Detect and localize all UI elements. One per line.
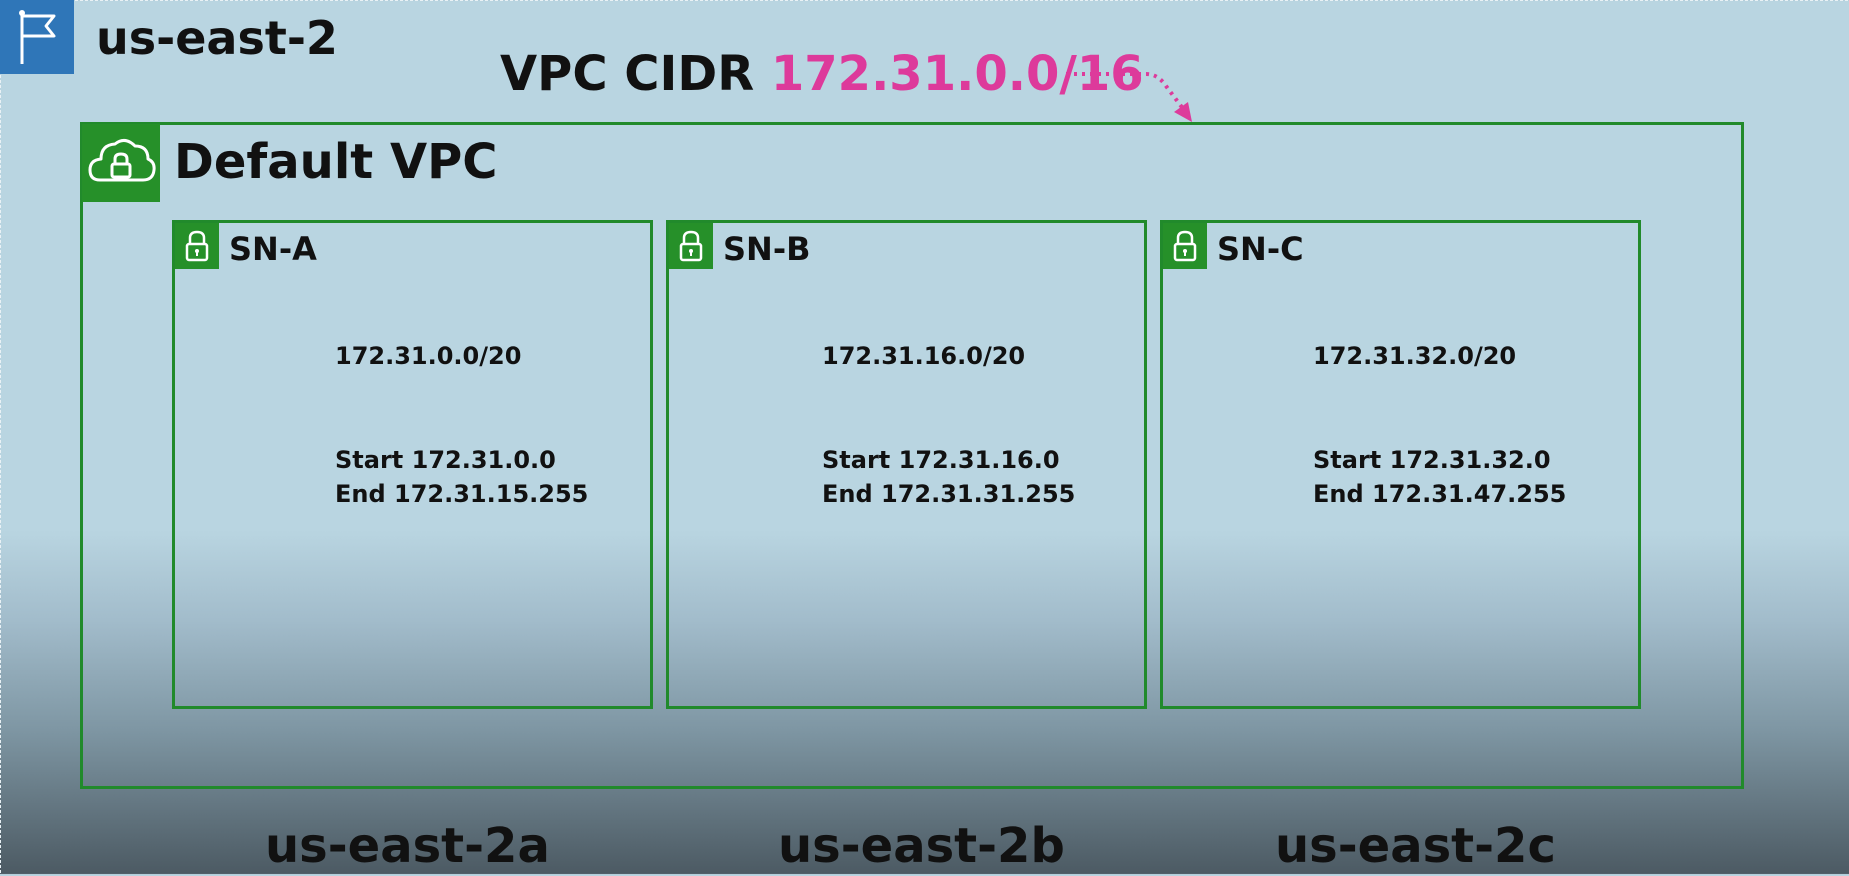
subnet-end-address: End 172.31.15.255: [335, 480, 589, 508]
region-title: us-east-2: [96, 11, 338, 65]
vpc-title: Default VPC: [174, 134, 498, 190]
subnet-badge: [669, 223, 713, 269]
lock-icon: [185, 230, 209, 262]
flag-icon: [19, 10, 56, 64]
subnet-sn-b: SN-B 172.31.16.0/20 Start 172.31.16.0 En…: [666, 220, 1147, 709]
lock-icon: [679, 230, 703, 262]
availability-zone-label: us-east-2a: [265, 818, 550, 874]
vpc-cidr-label: VPC CIDR: [500, 46, 755, 102]
subnet-sn-a: SN-A 172.31.0.0/20 Start 172.31.0.0 End …: [172, 220, 653, 709]
subnet-end-address: End 172.31.31.255: [822, 480, 1076, 508]
subnet-cidr: 172.31.32.0/20: [1313, 342, 1517, 370]
subnet-cidr: 172.31.16.0/20: [822, 342, 1026, 370]
subnet-sn-c: SN-C 172.31.32.0/20 Start 172.31.32.0 En…: [1160, 220, 1641, 709]
lock-icon: [1173, 230, 1197, 262]
subnet-start-address: Start 172.31.16.0: [822, 446, 1060, 474]
subnet-start-address: Start 172.31.32.0: [1313, 446, 1551, 474]
availability-zone-label: us-east-2c: [1275, 818, 1556, 874]
subnet-start-address: Start 172.31.0.0: [335, 446, 556, 474]
subnet-badge: [175, 223, 219, 269]
subnet-cidr: 172.31.0.0/20: [335, 342, 522, 370]
subnet-title: SN-C: [1217, 230, 1304, 268]
subnet-badge: [1163, 223, 1207, 269]
subnet-end-address: End 172.31.47.255: [1313, 480, 1567, 508]
vpc-badge: [82, 124, 160, 202]
availability-zone-label: us-east-2b: [778, 818, 1065, 874]
subnet-title: SN-A: [229, 230, 317, 268]
subnet-title: SN-B: [723, 230, 811, 268]
region-badge: [0, 0, 74, 74]
vpc-cidr-caption: VPC CIDR 172.31.0.0/16: [500, 44, 1144, 104]
vpc-cidr-arrow: [1066, 72, 1192, 122]
cloud-lock-icon: [88, 139, 156, 182]
